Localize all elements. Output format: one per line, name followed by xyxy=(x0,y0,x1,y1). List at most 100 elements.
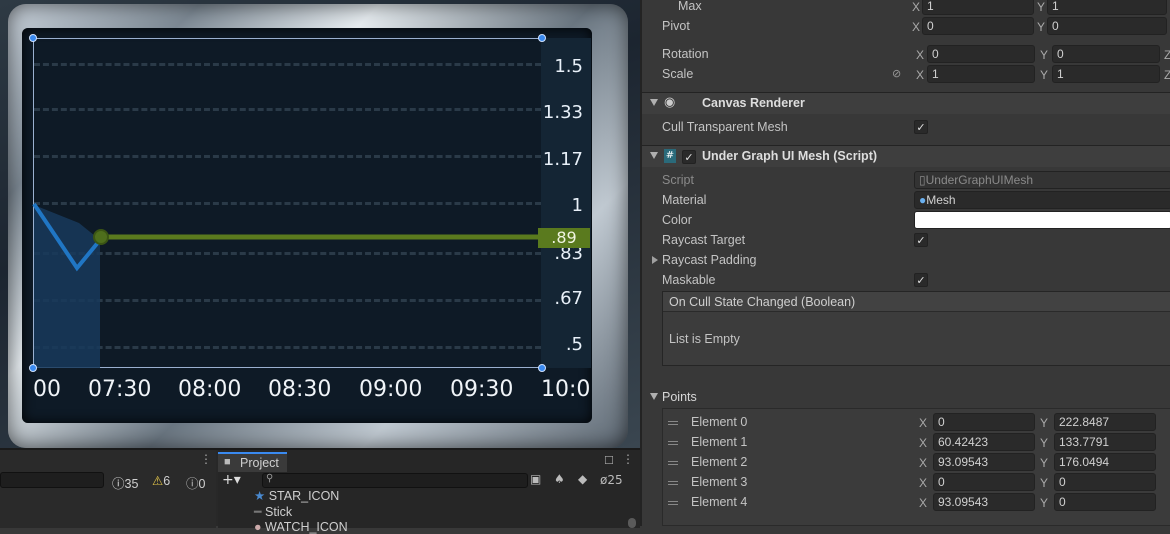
x-tick-label: 10:0 xyxy=(541,377,591,402)
axis-x-label: X xyxy=(916,48,925,62)
element-y-field[interactable]: 222.8487 xyxy=(1054,413,1156,431)
drag-handle-icon[interactable] xyxy=(668,441,678,445)
element-x-field[interactable]: 60.42423 xyxy=(933,433,1035,451)
element-x-field[interactable]: 93.09543 xyxy=(933,493,1035,511)
link-icon[interactable]: ⊘ xyxy=(892,67,901,80)
warning-icon: ⚠ xyxy=(152,474,164,488)
axis-x-label: X xyxy=(919,436,928,450)
console-warning-badge[interactable]: ⚠6 xyxy=(152,473,170,488)
element-x-field[interactable]: 0 xyxy=(933,413,1035,431)
points-header[interactable]: Points xyxy=(642,388,1170,408)
max-x-field[interactable]: 1 xyxy=(922,0,1034,15)
rotation-row: Rotation X 0 Y 0 Z xyxy=(642,45,1170,65)
info-icon: ⓘ xyxy=(112,477,125,491)
raycast-padding-row[interactable]: Raycast Padding xyxy=(642,251,1170,271)
element-x-field[interactable]: 0 xyxy=(933,473,1035,491)
points-label: Points xyxy=(662,390,697,404)
cull-checkbox[interactable]: ✓ xyxy=(914,120,928,134)
canvas-renderer-header[interactable]: ◉ Canvas Renderer xyxy=(642,92,1170,114)
x-tick-label: 08:00 xyxy=(178,377,242,402)
axis-y-label: Y xyxy=(1040,476,1049,490)
rotation-label: Rotation xyxy=(662,47,709,61)
project-search-input[interactable]: ⚲ xyxy=(262,473,528,488)
kebab-menu-icon[interactable]: ⋮ xyxy=(200,452,212,466)
element-y-field[interactable]: 0 xyxy=(1054,493,1156,511)
scrollbar[interactable] xyxy=(628,518,636,528)
bottom-panels: ⓘ35 ⚠6 ⓘ0 ⋮ ■ Project ☐ ⋮ +▾ ⚲ ▣ ♠ ◆ ø25… xyxy=(0,448,640,534)
axis-x-label: X xyxy=(912,0,921,14)
search-options-icon[interactable]: ▣ xyxy=(530,472,541,486)
element-y-field[interactable]: 0 xyxy=(1054,473,1156,491)
element-x-field[interactable]: 93.09543 xyxy=(933,453,1035,471)
console-search-input[interactable] xyxy=(0,472,104,488)
scale-row: Scale ⊘ X 1 Y 1 Z xyxy=(642,65,1170,85)
event-title: On Cull State Changed (Boolean) xyxy=(669,295,856,309)
maskable-label: Maskable xyxy=(662,273,716,287)
console-info-badge[interactable]: ⓘ0 xyxy=(186,473,205,492)
event-empty-label: List is Empty xyxy=(669,332,740,346)
lock-icon[interactable]: ☐ xyxy=(604,454,614,467)
tree-item[interactable]: ★ STAR_ICON xyxy=(254,488,339,503)
element-y-field[interactable]: 133.7791 xyxy=(1054,433,1156,451)
rect-handle-top-right[interactable] xyxy=(538,34,546,42)
pivot-label: Pivot xyxy=(662,19,690,33)
foldout-icon[interactable] xyxy=(650,152,658,159)
maskable-checkbox[interactable]: ✓ xyxy=(914,273,928,287)
foldout-icon[interactable] xyxy=(652,256,658,264)
rect-handle-top-left[interactable] xyxy=(29,34,37,42)
drag-handle-icon[interactable] xyxy=(668,501,678,505)
search-icon: ⚲ xyxy=(266,473,274,484)
list-item: Element 0 X 0 Y 222.8487 xyxy=(662,413,1170,433)
main-series-point xyxy=(93,229,109,245)
tree-item[interactable]: ● WATCH_ICON xyxy=(254,520,348,534)
axis-x-label: X xyxy=(919,496,928,510)
raycast-target-checkbox[interactable]: ✓ xyxy=(914,233,928,247)
list-item: Element 3 X 0 Y 0 xyxy=(662,473,1170,493)
tab-project[interactable]: ■ Project xyxy=(218,452,287,472)
color-swatch[interactable] xyxy=(914,211,1170,229)
max-label: Max xyxy=(678,0,702,13)
kebab-menu-icon[interactable]: ⋮ xyxy=(622,452,634,466)
console-error-badge[interactable]: ⓘ35 xyxy=(112,473,138,492)
rotation-x-field[interactable]: 0 xyxy=(927,45,1035,63)
element-label: Element 0 xyxy=(691,415,748,429)
axis-y-label: Y xyxy=(1037,20,1046,34)
axis-y-label: Y xyxy=(1040,436,1049,450)
script-component-header[interactable]: # ✓ Under Graph UI Mesh (Script) xyxy=(642,145,1170,167)
rect-handle-bottom-right[interactable] xyxy=(538,364,546,372)
script-icon: # xyxy=(664,149,676,163)
axis-y-label: Y xyxy=(1037,0,1046,14)
pivot-y-field[interactable]: 0 xyxy=(1047,17,1167,35)
axis-x-label: X xyxy=(916,68,925,82)
script-field: ▯UnderGraphUIMesh xyxy=(914,171,1170,189)
rect-handle-bottom-left[interactable] xyxy=(29,364,37,372)
add-icon[interactable]: +▾ xyxy=(222,472,241,488)
element-label: Element 4 xyxy=(691,495,748,509)
filter-type-icon[interactable]: ♠ xyxy=(554,472,565,486)
label-icon[interactable]: ◆ xyxy=(578,472,587,486)
raycast-padding-label: Raycast Padding xyxy=(662,253,757,267)
hidden-packages-toggle[interactable]: ø25 xyxy=(600,473,623,487)
x-tick-label: 09:30 xyxy=(450,377,514,402)
max-row: Max X 1 Y 1 xyxy=(642,0,1170,17)
cull-row: Cull Transparent Mesh ✓ xyxy=(642,118,1170,138)
pivot-x-field[interactable]: 0 xyxy=(922,17,1034,35)
drag-handle-icon[interactable] xyxy=(668,481,678,485)
rotation-y-field[interactable]: 0 xyxy=(1052,45,1160,63)
scale-y-field[interactable]: 1 xyxy=(1052,65,1160,83)
scale-x-field[interactable]: 1 xyxy=(927,65,1035,83)
drag-handle-icon[interactable] xyxy=(668,461,678,465)
component-enabled-checkbox[interactable]: ✓ xyxy=(682,150,696,164)
x-tick-label: 00 xyxy=(33,377,61,402)
element-y-field[interactable]: 176.0494 xyxy=(1054,453,1156,471)
x-tick-label: 09:00 xyxy=(359,377,423,402)
scene-view[interactable]: 1.5 1.33 1.17 1 .83 .67 .5 .89 00 07:30 … xyxy=(0,0,640,448)
folder-icon: ■ xyxy=(224,456,231,468)
max-y-field[interactable]: 1 xyxy=(1047,0,1167,15)
material-field[interactable]: ●Mesh xyxy=(914,191,1170,209)
foldout-icon[interactable] xyxy=(650,393,658,400)
tree-item[interactable]: ━ Stick xyxy=(254,504,292,519)
drag-handle-icon[interactable] xyxy=(668,421,678,425)
foldout-icon[interactable] xyxy=(650,99,658,106)
script-label: Script xyxy=(662,173,694,187)
